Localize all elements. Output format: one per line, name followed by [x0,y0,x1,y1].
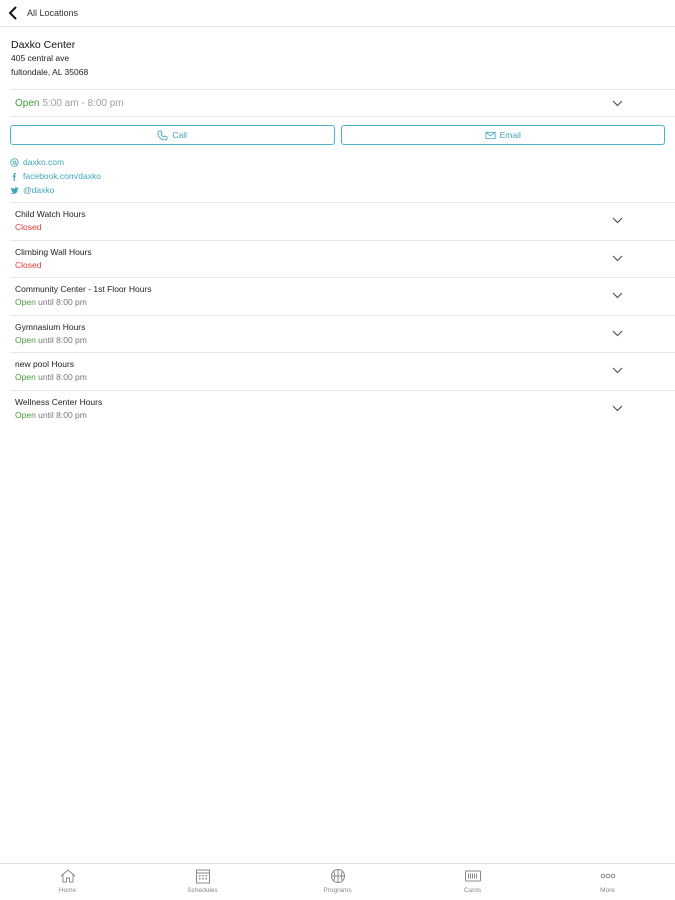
links-list: daxko.com facebook.com/daxko @daxko [0,145,675,197]
twitter-icon [10,186,19,194]
email-label: Email [499,130,521,140]
list-item[interactable]: Gymnasium Hours Open until 8:00 pm [10,314,675,353]
tab-programs-label: Programs [323,887,352,894]
amenity-title: new pool Hours [15,359,75,369]
main-hours-row[interactable]: Open 5:00 am - 8:00 pm [0,90,675,116]
amenity-title: Wellness Center Hours [15,396,103,407]
back-label: All Locations [27,8,79,18]
chevron-down-icon [612,292,623,299]
calendar-icon [195,869,210,884]
amenity-status: Open [15,297,36,307]
hours-status: Open [15,97,40,109]
list-item[interactable]: Community Center - 1st Floor Hours Open … [10,277,675,315]
amenity-title: Community Center - 1st Floor Hours [15,284,152,294]
amenity-title: Climbing Wall Hours [15,246,92,257]
call-button[interactable]: Call [10,125,335,145]
address-line-1: 405 central ave [11,53,70,63]
amenity-status: Closed [15,259,42,270]
facebook-icon [12,172,17,181]
tab-home[interactable]: Home [0,864,135,900]
divider [10,116,675,117]
email-button[interactable]: Email [340,125,665,145]
barcode-icon [464,870,481,882]
contact-buttons: Call Email [0,125,675,145]
center-name: Daxko Center [11,39,76,51]
amenity-hours-list: Child Watch Hours Closed Climbing Wall H… [0,202,675,427]
list-item[interactable]: Climbing Wall Hours Closed [10,239,675,278]
basketball-icon [330,869,345,883]
tab-cards[interactable]: Cards [405,864,540,900]
chevron-left-icon [8,6,17,20]
tab-cards-label: Cards [463,887,482,894]
amenity-status: Open [15,372,36,382]
call-label: Call [172,130,188,140]
website-link[interactable]: daxko.com [10,155,675,169]
chevron-down-icon [612,217,623,224]
bottom-tab-bar: Home Schedules Programs Cards More [0,863,675,900]
chevron-down-icon [612,367,623,374]
hours-time: 5:00 am - 8:00 pm [42,97,124,109]
top-bar: All Locations [0,0,675,27]
envelope-icon [485,131,496,139]
amenity-status: Open [15,409,36,420]
amenity-status: Open [15,334,36,345]
tab-more-label: More [600,887,615,894]
at-icon [10,157,19,167]
website-label: daxko.com [23,157,65,167]
amenity-detail: until 8:00 pm [38,409,87,420]
address-line-2: fultondale, AL 35068 [11,66,89,77]
home-icon [60,869,75,883]
tab-programs[interactable]: Programs [270,864,405,900]
back-button[interactable]: All Locations [8,6,78,20]
tab-more[interactable]: More [540,864,675,900]
list-item[interactable]: Wellness Center Hours Open until 8:00 pm [10,389,675,428]
more-icon [600,873,615,879]
amenity-status: Closed [15,222,42,232]
chevron-down-icon [612,100,623,106]
amenity-title: Gymnasium Hours [15,321,86,332]
twitter-label: @daxko [23,185,55,195]
amenity-title: Child Watch Hours [15,209,86,219]
chevron-down-icon [612,405,623,411]
center-info: Daxko Center 405 central ave fultondale,… [0,27,675,79]
phone-icon [157,130,168,140]
tab-schedules-label: Schedules [187,887,218,894]
chevron-down-icon [612,255,623,261]
tab-schedules[interactable]: Schedules [135,864,270,900]
amenity-detail: until 8:00 pm [38,297,87,307]
chevron-down-icon [612,330,623,336]
list-item[interactable]: Child Watch Hours Closed [10,202,675,240]
amenity-detail: until 8:00 pm [38,334,87,345]
facebook-link[interactable]: facebook.com/daxko [10,169,675,183]
twitter-link[interactable]: @daxko [10,183,675,197]
facebook-label: facebook.com/daxko [23,171,101,181]
amenity-detail: until 8:00 pm [38,372,87,382]
tab-home-label: Home [58,887,77,894]
list-item[interactable]: new pool Hours Open until 8:00 pm [10,352,675,390]
